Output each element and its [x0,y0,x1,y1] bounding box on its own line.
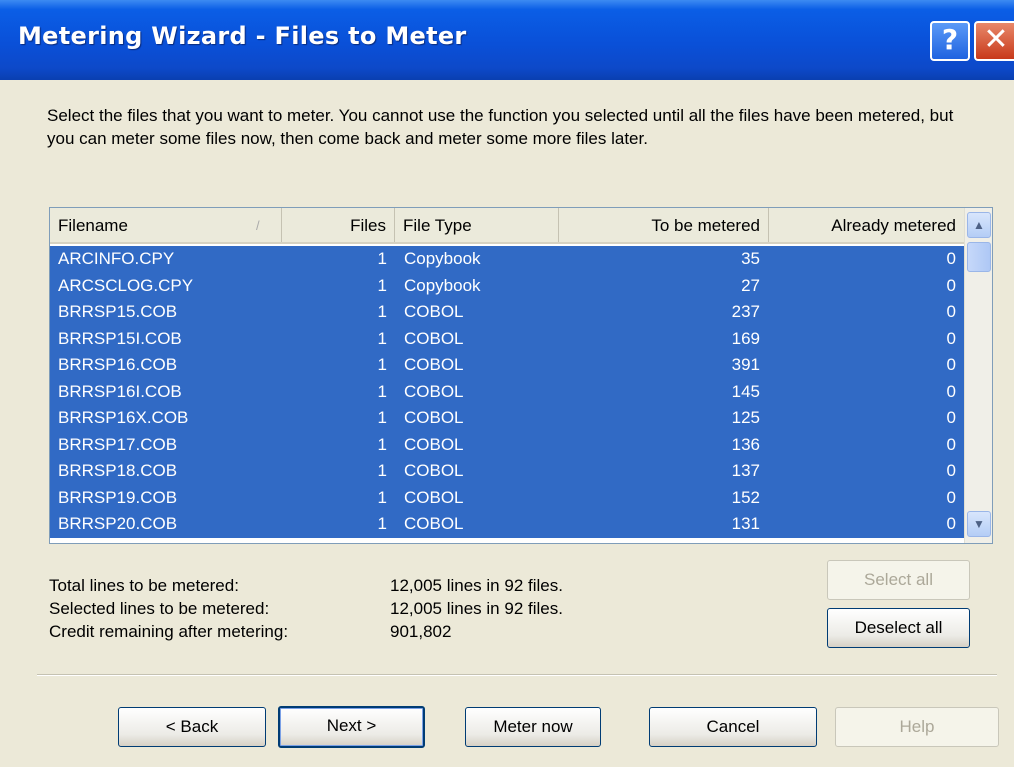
help-button[interactable]: Help [835,707,999,747]
column-header-already-metered[interactable]: Already metered [769,208,964,242]
cell-to-be-metered: 145 [731,381,760,401]
cell-already-metered: 0 [946,355,956,374]
cell-already-metered: 0 [946,434,956,454]
cell-files: 1 [377,487,387,507]
selected-lines-value: 12,005 lines in 92 files. [390,599,563,618]
cell-to-be-metered: 137 [731,461,760,480]
divider [37,674,997,676]
cell-to-be-metered: 169 [731,328,760,348]
cell-file-type: Copybook [404,275,481,295]
cell-files: 1 [377,249,387,268]
cell-filename: BRRSP16I.COB [58,381,182,401]
window-title: Metering Wizard - Files to Meter [18,22,467,50]
sort-indicator-icon: / [256,218,260,233]
instructions-text: Select the files that you want to meter.… [47,106,954,148]
cell-to-be-metered: 125 [731,408,760,427]
table-row[interactable]: BRRSP16X.COB 1 COBOL 125 0 [50,405,964,432]
credit-remaining-value: 901,802 [390,622,452,641]
cell-to-be-metered: 391 [731,355,760,374]
cell-already-metered: 0 [946,408,956,427]
column-header-files[interactable]: Files [282,208,395,242]
cell-already-metered: 0 [946,328,956,348]
cell-file-type: COBOL [404,487,464,507]
title-bar: Metering Wizard - Files to Meter ? ✕ [0,0,1014,80]
cell-files: 1 [377,461,387,480]
cell-files: 1 [377,355,387,374]
table-row[interactable]: ARCINFO.CPY 1 Copybook 35 0 [50,246,964,273]
cell-file-type: COBOL [404,381,464,401]
table-row[interactable]: BRRSP15.COB 1 COBOL 237 0 [50,299,964,326]
select-all-button[interactable]: Select all [827,560,970,600]
cell-files: 1 [377,328,387,348]
table-row[interactable]: BRRSP18.COB 1 COBOL 137 0 [50,458,964,485]
cell-file-type: COBOL [404,328,464,348]
total-lines-value: 12,005 lines in 92 files. [390,576,563,595]
cell-to-be-metered: 27 [741,275,760,295]
cell-files: 1 [377,434,387,454]
table-row[interactable]: ARCSCLOG.CPY 1 Copybook 27 0 [50,272,964,299]
cell-filename: BRRSP16.COB [58,355,178,374]
next-button[interactable]: Next > [278,706,425,748]
cell-already-metered: 0 [946,249,956,268]
cell-already-metered: 0 [946,302,956,321]
column-header-filename-label: Filename [58,216,128,235]
cell-file-type: COBOL [404,355,464,374]
cell-to-be-metered: 35 [741,249,760,268]
cell-filename: BRRSP16X.COB [58,408,189,427]
deselect-all-button[interactable]: Deselect all [827,608,970,648]
meter-now-button[interactable]: Meter now [465,707,601,747]
cell-filename: BRRSP15I.COB [58,328,182,348]
cancel-button[interactable]: Cancel [649,707,817,747]
cell-filename: ARCSCLOG.CPY [58,275,194,295]
scrollbar-thumb[interactable] [967,242,991,272]
cell-file-type: COBOL [404,434,464,454]
table-row[interactable]: BRRSP17.COB 1 COBOL 136 0 [50,431,964,458]
table-row[interactable]: BRRSP16I.COB 1 COBOL 145 0 [50,378,964,405]
files-list[interactable]: Filename / Files File Type To be metered… [49,207,993,544]
cell-file-type: COBOL [404,461,464,480]
cell-already-metered: 0 [946,381,956,401]
table-row[interactable]: BRRSP16.COB 1 COBOL 391 0 [50,352,964,379]
credit-remaining-label: Credit remaining after metering: [49,622,289,641]
list-header: Filename / Files File Type To be metered… [50,208,964,244]
cell-filename: BRRSP18.COB [58,461,178,480]
cell-filename: BRRSP17.COB [58,434,178,454]
cell-to-be-metered: 131 [731,514,760,533]
cell-file-type: COBOL [404,514,464,533]
table-row[interactable]: BRRSP15I.COB 1 COBOL 169 0 [50,325,964,352]
help-icon[interactable]: ? [930,21,970,61]
cell-to-be-metered: 237 [731,302,760,321]
column-header-file-type[interactable]: File Type [395,208,559,242]
cell-already-metered: 0 [946,461,956,480]
back-button[interactable]: < Back [118,707,266,747]
vertical-scrollbar[interactable]: ▲ ▼ [964,208,992,543]
cell-files: 1 [377,514,387,533]
cell-files: 1 [377,408,387,427]
chevron-down-icon[interactable]: ▼ [967,511,991,537]
cell-file-type: Copybook [404,249,481,268]
cell-files: 1 [377,302,387,321]
cell-already-metered: 0 [946,275,956,295]
chevron-up-icon[interactable]: ▲ [967,212,991,238]
cell-filename: BRRSP20.COB [58,514,178,533]
cell-files: 1 [377,275,387,295]
table-row[interactable]: BRRSP19.COB 1 COBOL 152 0 [50,484,964,511]
total-lines-label: Total lines to be metered: [49,576,239,595]
cell-filename: ARCINFO.CPY [58,249,175,268]
column-header-to-be-metered[interactable]: To be metered [559,208,769,242]
cell-already-metered: 0 [946,487,956,507]
cell-files: 1 [377,381,387,401]
list-rows: ARCINFO.CPY 1 Copybook 35 0 ARCSCLOG.CPY… [50,246,964,538]
cell-to-be-metered: 152 [731,487,760,507]
close-icon[interactable]: ✕ [974,21,1014,61]
cell-filename: BRRSP15.COB [58,302,178,321]
column-header-filename[interactable]: Filename / [50,208,282,242]
cell-already-metered: 0 [946,514,956,533]
table-row[interactable]: BRRSP20.COB 1 COBOL 131 0 [50,511,964,538]
cell-file-type: COBOL [404,408,464,427]
cell-file-type: COBOL [404,302,464,321]
selected-lines-label: Selected lines to be metered: [49,599,270,618]
cell-filename: BRRSP19.COB [58,487,178,507]
cell-to-be-metered: 136 [731,434,760,454]
